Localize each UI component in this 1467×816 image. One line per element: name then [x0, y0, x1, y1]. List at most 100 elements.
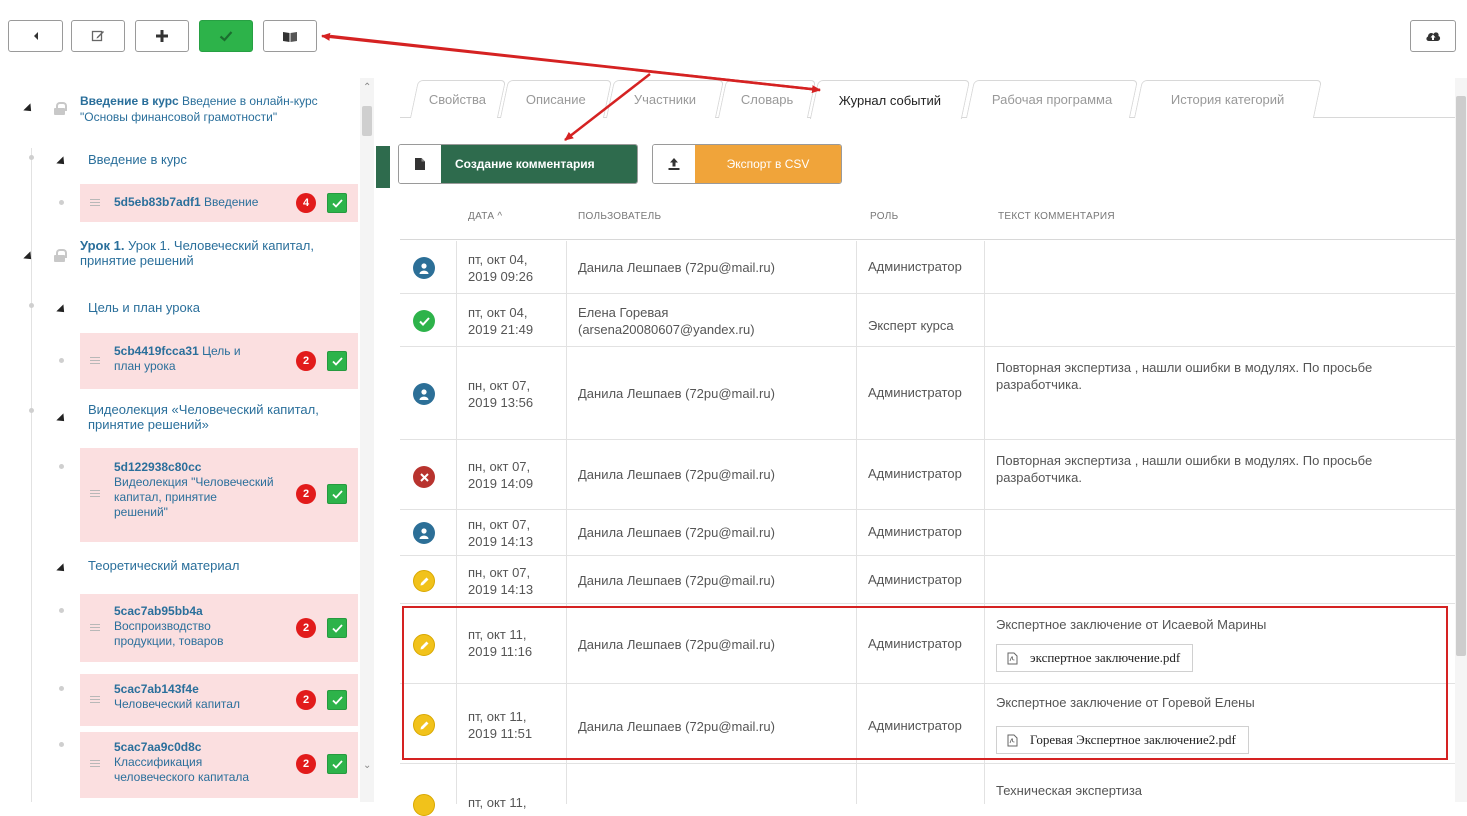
header-date[interactable]: ДАТА ^ — [468, 211, 502, 222]
back-button[interactable] — [8, 20, 63, 52]
drag-handle-icon[interactable] — [90, 760, 100, 768]
book-button[interactable] — [263, 20, 317, 52]
tree-node-section[interactable]: Видеолекция «Человеческий капитал, приня… — [88, 402, 348, 432]
approve-checkbox[interactable] — [327, 193, 347, 213]
tree-line — [31, 148, 32, 802]
header-role: РОЛЬ — [870, 211, 899, 222]
tree-node-lesson[interactable]: Урок 1. Урок 1. Человеческий капитал, пр… — [80, 238, 350, 268]
comment-count-badge: 2 — [296, 484, 316, 504]
approve-checkbox[interactable] — [327, 690, 347, 710]
cloud-upload-button[interactable] — [1410, 20, 1456, 52]
tree-dot — [59, 464, 64, 469]
tree-dot — [29, 155, 34, 160]
table-row[interactable]: пн, окт 07, 2019 13:56 Данила Лешпаев (72… — [400, 347, 1456, 440]
collapse-toggle-icon[interactable] — [56, 563, 68, 575]
approve-checkbox[interactable] — [327, 351, 347, 371]
course-tree: Введение в курс Введение в онлайн-курс "… — [0, 78, 380, 802]
tab-category-history[interactable]: История категорий — [1133, 80, 1323, 118]
tab-participants[interactable]: Участники — [605, 80, 725, 118]
edit-icon — [413, 794, 435, 816]
collapse-toggle-icon[interactable] — [56, 304, 68, 316]
collapse-toggle-icon[interactable] — [56, 156, 68, 168]
tree-dot — [59, 608, 64, 613]
tree-dot — [29, 303, 34, 308]
add-button[interactable] — [135, 20, 189, 52]
tree-dot — [59, 742, 64, 747]
tree-dot — [59, 686, 64, 691]
comment-count-badge: 4 — [296, 193, 316, 213]
drag-handle-icon[interactable] — [90, 696, 100, 704]
tab-event-log[interactable]: Журнал событий — [809, 80, 971, 119]
tab-work-program[interactable]: Рабочая программа — [965, 80, 1139, 118]
lock-icon — [54, 249, 67, 262]
tree-item[interactable]: 5cb4419fcca31 Цель и план урока 2 — [80, 333, 358, 389]
tree-node-module[interactable]: Введение в курс Введение в онлайн-курс "… — [80, 93, 350, 125]
panel-edge — [376, 146, 390, 188]
cloud-upload-icon — [1426, 32, 1441, 41]
main-scroll-thumb[interactable] — [1456, 96, 1466, 656]
edit-icon — [91, 30, 104, 42]
tab-bar: Свойства Описание Участники Словарь Журн… — [400, 80, 1460, 119]
lock-icon — [54, 102, 67, 115]
tree-item[interactable]: 5d122938c80cc Видеолекция "Человеческий к… — [80, 448, 358, 542]
drag-handle-icon[interactable] — [90, 199, 100, 207]
tree-dot — [59, 358, 64, 363]
approve-button[interactable] — [199, 20, 253, 52]
tree-node-section[interactable]: Введение в курс — [88, 152, 187, 167]
table-row[interactable]: пн, окт 07, 2019 14:13 Данила Лешпаев (72… — [400, 556, 1456, 604]
error-icon — [413, 466, 435, 488]
tab-glossary[interactable]: Словарь — [717, 80, 817, 118]
comment-count-badge: 2 — [296, 754, 316, 774]
approve-checkbox[interactable] — [327, 754, 347, 774]
export-csv-button[interactable]: Экспорт в CSV — [652, 144, 842, 184]
drag-handle-icon[interactable] — [90, 624, 100, 632]
document-icon — [415, 158, 425, 170]
tree-node-section[interactable]: Теоретический материал — [88, 558, 239, 573]
scroll-up-icon[interactable]: ⌃ — [363, 82, 371, 93]
person-icon — [413, 522, 435, 544]
upload-icon — [668, 158, 680, 170]
comment-count-badge: 2 — [296, 690, 316, 710]
tree-item[interactable]: 5d5eb83b7adf1 Введение 4 — [80, 184, 358, 222]
comment-count-badge: 2 — [296, 351, 316, 371]
tree-item[interactable]: 5cac7ab95bb4a Воспроизводство продукции, … — [80, 594, 358, 662]
plus-icon — [156, 30, 168, 42]
approve-checkbox[interactable] — [327, 484, 347, 504]
collapse-toggle-icon[interactable] — [56, 413, 68, 425]
tree-node-section[interactable]: Цель и план урока — [88, 300, 200, 315]
check-icon — [219, 31, 233, 42]
collapse-toggle-icon[interactable] — [23, 103, 35, 115]
drag-handle-icon[interactable] — [90, 357, 100, 365]
scroll-down-icon[interactable]: ⌄ — [363, 760, 371, 771]
table-row[interactable]: пт, окт 11, Техническая экспертиза — [400, 764, 1456, 816]
sidebar-scroll-thumb[interactable] — [362, 106, 372, 136]
create-comment-button[interactable]: Создание комментария — [398, 144, 638, 184]
person-icon — [413, 383, 435, 405]
person-icon — [413, 257, 435, 279]
tab-description[interactable]: Описание — [499, 80, 613, 118]
sidebar-scrollbar[interactable] — [360, 78, 374, 802]
header-user: ПОЛЬЗОВАТЕЛЬ — [578, 211, 662, 222]
drag-handle-icon[interactable] — [90, 490, 100, 498]
approve-checkbox[interactable] — [327, 618, 347, 638]
table-row[interactable]: пн, окт 07, 2019 14:09 Данила Лешпаев (72… — [400, 440, 1456, 510]
caret-left-icon — [33, 32, 38, 40]
table-row[interactable]: пт, окт 04, 2019 09:26 Данила Лешпаев (72… — [400, 241, 1456, 294]
tree-dot — [29, 408, 34, 413]
highlight-box — [402, 606, 1448, 760]
tree-dot — [59, 200, 64, 205]
header-comment: ТЕКСТ КОММЕНТАРИЯ — [998, 211, 1115, 222]
tree-item[interactable]: 5cac7aa9c0d8c Классификация человеческого… — [80, 732, 358, 798]
collapse-toggle-icon[interactable] — [23, 251, 35, 263]
tree-item[interactable]: 5cac7ab143f4e Человеческий капитал 2 — [80, 674, 358, 726]
comment-count-badge: 2 — [296, 618, 316, 638]
table-header: ДАТА ^ ПОЛЬЗОВАТЕЛЬ РОЛЬ ТЕКСТ КОММЕНТАР… — [400, 194, 1456, 240]
edit-icon — [413, 570, 435, 592]
check-icon — [413, 310, 435, 332]
tab-properties[interactable]: Свойства — [409, 80, 507, 118]
book-icon — [283, 31, 297, 42]
toolbar — [0, 0, 1467, 72]
table-row[interactable]: пн, окт 07, 2019 14:13 Данила Лешпаев (72… — [400, 510, 1456, 556]
edit-button[interactable] — [71, 20, 125, 52]
table-row[interactable]: пт, окт 04, 2019 21:49 Елена Горевая (arse… — [400, 294, 1456, 347]
